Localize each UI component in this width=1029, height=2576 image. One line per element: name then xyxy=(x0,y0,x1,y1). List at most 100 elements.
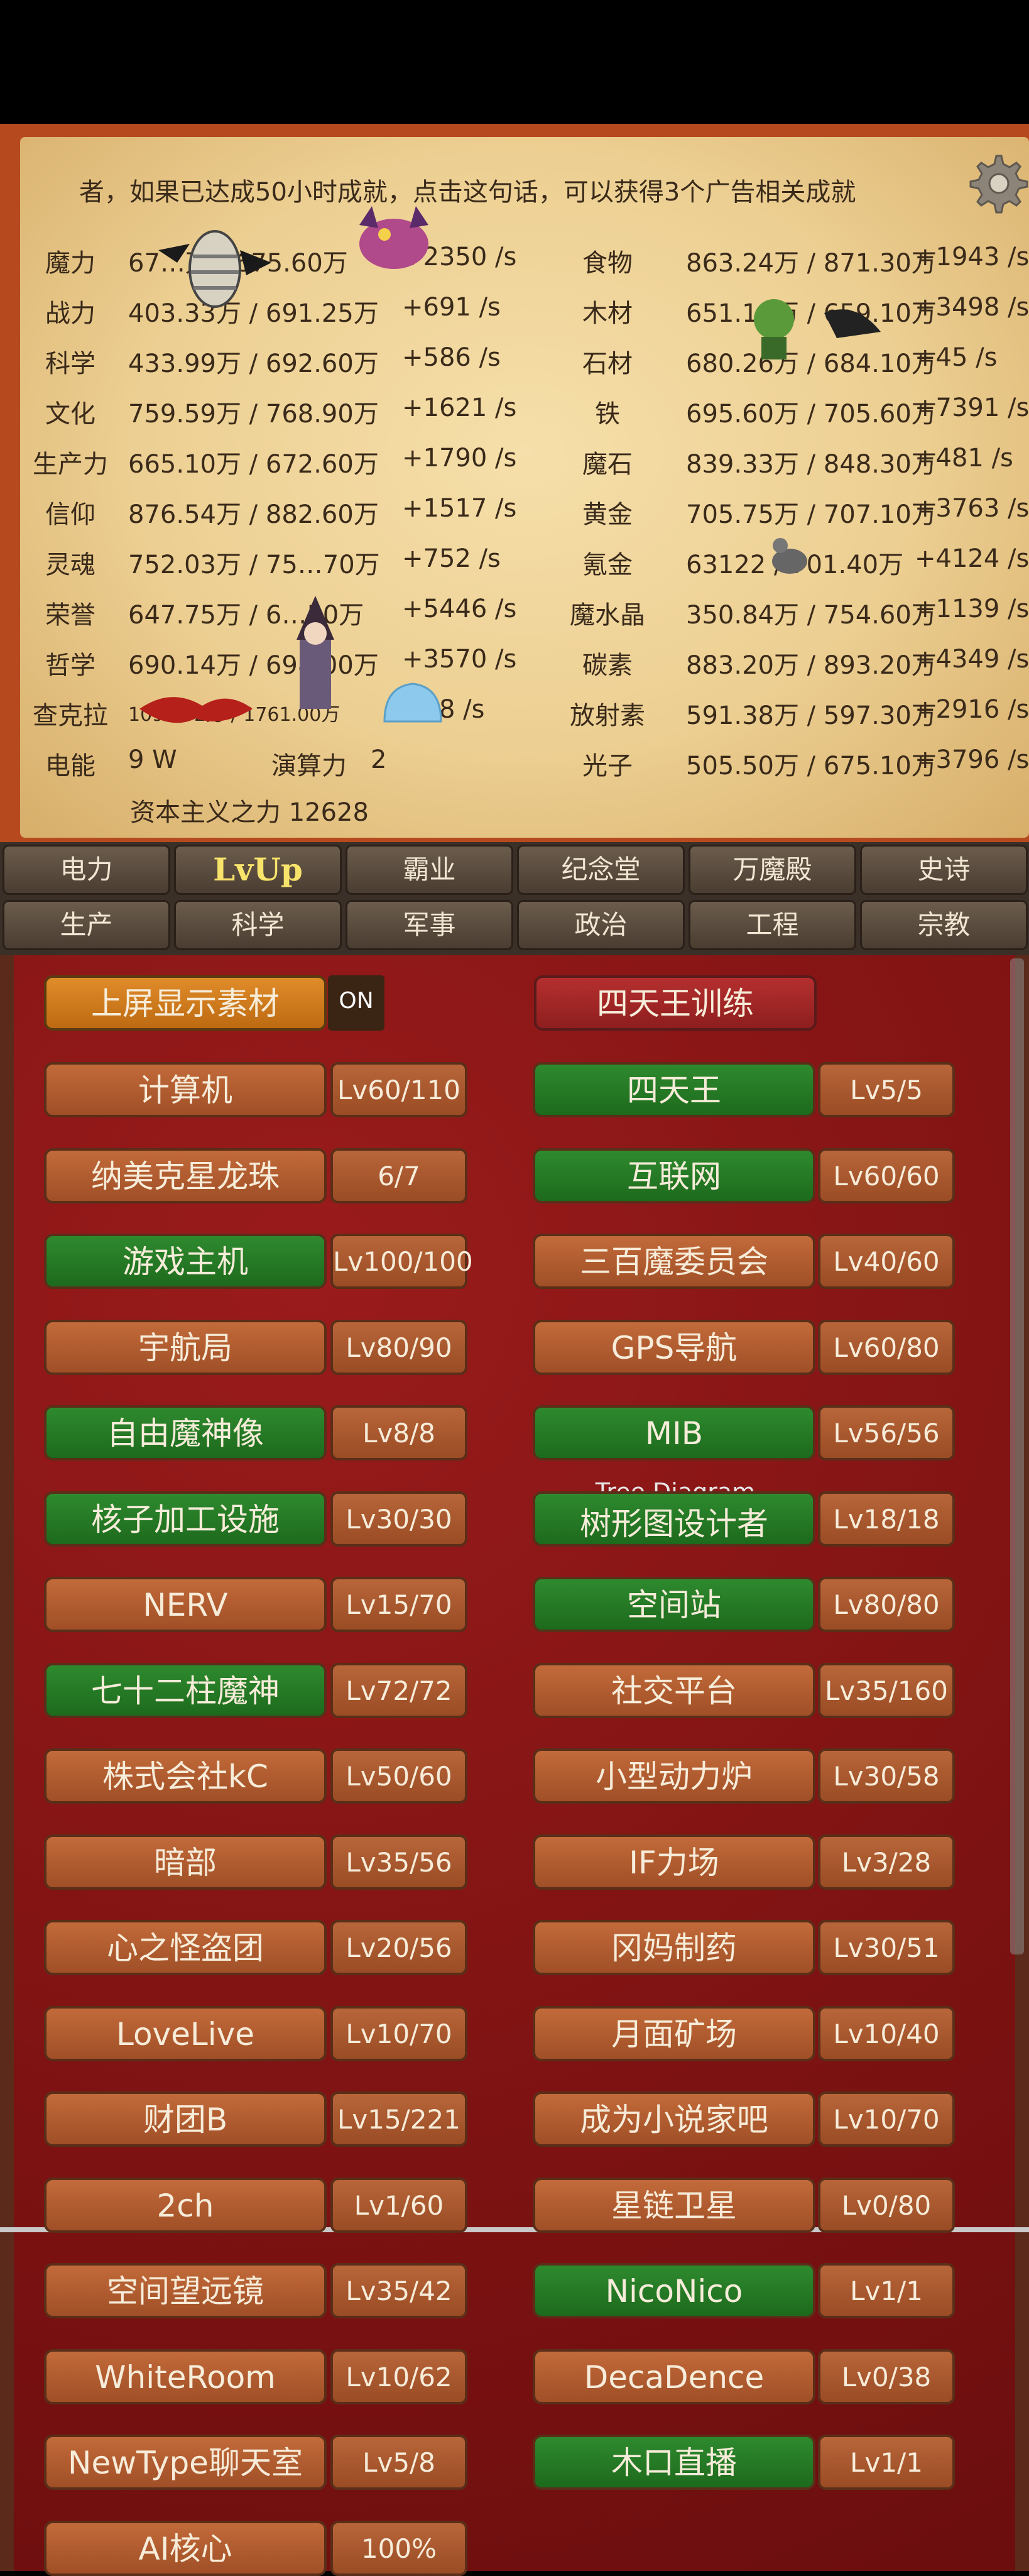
building-level[interactable]: Lv10/40 xyxy=(818,2005,955,2061)
resource-name: 铁 xyxy=(595,400,620,429)
building-button[interactable]: DecaDence xyxy=(533,2349,815,2404)
building-button[interactable]: 空间望远镜 xyxy=(44,2263,327,2318)
tab-row2-2[interactable]: 科学 xyxy=(174,900,342,950)
tab-4[interactable]: 纪念堂 xyxy=(517,845,685,895)
capitalism-power: 资本主义之力 12628 xyxy=(130,798,369,827)
building-button[interactable]: 冈妈制药 xyxy=(533,1920,815,1975)
building-button[interactable]: 株式会社kC xyxy=(44,1748,327,1804)
tab-row2-5[interactable]: 工程 xyxy=(689,900,856,950)
building-level[interactable]: Lv10/62 xyxy=(330,2349,467,2404)
building-button[interactable]: 星链卫星 xyxy=(533,2177,815,2233)
building-button[interactable]: 财团B xyxy=(44,2091,327,2147)
building-level[interactable]: Lv18/18 xyxy=(818,1491,955,1547)
building-level[interactable]: Lv72/72 xyxy=(330,1662,467,1718)
building-button[interactable]: 成为小说家吧 xyxy=(533,2091,815,2147)
building-button[interactable]: 宇航局 xyxy=(44,1319,327,1375)
resource-rate: +4124 /s xyxy=(915,544,1029,573)
mummy-sprite xyxy=(158,230,271,308)
four-kings-training-button[interactable]: 四天王训练 xyxy=(534,975,817,1031)
tab-row2-4[interactable]: 政治 xyxy=(517,900,685,950)
tab-5[interactable]: 万魔殿 xyxy=(689,845,856,895)
building-button[interactable]: 2ch xyxy=(44,2177,327,2233)
building-button[interactable]: 暗部 xyxy=(44,1834,327,1890)
building-button[interactable]: 七十二柱魔神 xyxy=(44,1662,327,1718)
resource-name: 魔水晶 xyxy=(570,601,645,630)
building-button[interactable]: 三百魔委员会 xyxy=(533,1234,815,1289)
building-level[interactable]: Lv1/1 xyxy=(818,2263,955,2318)
building-button[interactable]: LoveLive xyxy=(44,2005,327,2061)
resource-rate: +3498 /s xyxy=(915,293,1029,322)
building-level[interactable]: Lv1/1 xyxy=(818,2435,955,2490)
gear-icon[interactable] xyxy=(962,150,1029,217)
building-button[interactable]: NewType聊天室 xyxy=(44,2435,327,2490)
building-level[interactable]: Lv0/80 xyxy=(818,2177,955,2233)
building-level[interactable]: Lv10/70 xyxy=(330,2005,467,2061)
building-level[interactable]: Lv0/38 xyxy=(818,2349,955,2404)
building-button[interactable]: 木口直播 xyxy=(533,2435,815,2490)
building-button[interactable]: 计算机 xyxy=(44,1062,327,1117)
tab-2[interactable]: LvUp xyxy=(174,845,342,895)
toggle-state[interactable]: ON xyxy=(328,975,384,1031)
building-level[interactable]: Lv5/5 xyxy=(818,1062,955,1117)
toggle-display-assets-button[interactable]: 上屏显示素材 xyxy=(44,975,327,1031)
resource-value: 505.50万 / 675.10万 xyxy=(686,752,937,781)
building-button[interactable]: 心之怪盗团 xyxy=(44,1920,327,1975)
building-button[interactable]: NERV xyxy=(44,1577,327,1632)
tab-row2-6[interactable]: 宗教 xyxy=(860,900,1028,950)
tab-1[interactable]: 电力 xyxy=(3,845,170,895)
building-button[interactable]: 树形图设计者 xyxy=(533,1491,815,1547)
building-level[interactable]: Lv8/8 xyxy=(330,1405,467,1461)
building-button[interactable]: 互联网 xyxy=(533,1148,815,1203)
building-button[interactable]: WhiteRoom xyxy=(44,2349,327,2404)
building-level[interactable]: 100% xyxy=(330,2520,467,2576)
building-button[interactable]: 小型动力炉 xyxy=(533,1748,815,1804)
building-level[interactable]: 6/7 xyxy=(330,1148,467,1203)
building-level[interactable]: Lv50/60 xyxy=(330,1748,467,1804)
building-button[interactable]: 核子加工设施 xyxy=(44,1491,327,1547)
building-level[interactable]: Lv80/90 xyxy=(330,1319,467,1375)
building-level[interactable]: Lv15/221 xyxy=(330,2091,467,2147)
building-level[interactable]: Lv35/42 xyxy=(330,2263,467,2318)
notice-banner[interactable]: 者，如果已达成50小时成就，点击这句话，可以获得3个广告相关成就 xyxy=(58,162,956,222)
building-button[interactable]: 自由魔神像 xyxy=(44,1405,327,1461)
building-button[interactable]: 月面矿场 xyxy=(533,2005,815,2061)
building-level[interactable]: Lv40/60 xyxy=(818,1234,955,1289)
building-level[interactable]: Lv1/60 xyxy=(330,2177,467,2233)
building-level[interactable]: Lv15/70 xyxy=(330,1577,467,1632)
building-level[interactable]: Lv56/56 xyxy=(818,1405,955,1461)
building-button[interactable]: 空间站 xyxy=(533,1577,815,1632)
building-button[interactable]: 纳美克星龙珠 xyxy=(44,1148,327,1203)
building-level[interactable]: Lv30/58 xyxy=(818,1748,955,1804)
witch-sprite xyxy=(297,596,334,709)
building-button[interactable]: GPS导航 xyxy=(533,1319,815,1375)
tab-6[interactable]: 史诗 xyxy=(860,845,1028,895)
building-level[interactable]: Lv60/110 xyxy=(330,1062,467,1117)
building-level[interactable]: Lv35/56 xyxy=(330,1834,467,1890)
building-button[interactable]: IF力场 xyxy=(533,1834,815,1890)
building-button[interactable]: NicoNico xyxy=(533,2263,815,2318)
building-level[interactable]: Lv80/80 xyxy=(818,1577,955,1632)
building-level[interactable]: Lv30/51 xyxy=(818,1920,955,1975)
tab-row2-1[interactable]: 生产 xyxy=(3,900,170,950)
building-level[interactable]: Lv35/160 xyxy=(818,1662,955,1718)
building-button[interactable]: MIB xyxy=(533,1405,815,1461)
building-level[interactable]: Lv60/80 xyxy=(818,1319,955,1375)
building-level[interactable]: Lv3/28 xyxy=(818,1834,955,1890)
top-bar xyxy=(0,0,1029,124)
tab-3[interactable]: 霸业 xyxy=(346,845,513,895)
building-button[interactable]: 四天王 xyxy=(533,1062,815,1117)
building-level[interactable]: Lv30/30 xyxy=(330,1491,467,1547)
resource-rate: +1139 /s xyxy=(915,595,1029,623)
building-button[interactable]: AI核心 xyxy=(44,2520,327,2576)
tab-row2-3[interactable]: 军事 xyxy=(346,900,513,950)
building-level[interactable]: Lv10/70 xyxy=(818,2091,955,2147)
building-button[interactable]: 社交平台 xyxy=(533,1662,815,1718)
resource-rate: +7391 /s xyxy=(915,393,1029,422)
building-button[interactable]: 游戏主机 xyxy=(44,1234,327,1289)
resource-name: 石材 xyxy=(582,349,633,378)
building-level[interactable]: Lv100/100 xyxy=(330,1234,473,1289)
building-level[interactable]: Lv20/56 xyxy=(330,1920,467,1975)
building-level[interactable]: Lv5/8 xyxy=(330,2435,467,2490)
building-level[interactable]: Lv60/60 xyxy=(818,1148,955,1203)
scrollbar[interactable] xyxy=(1010,958,1024,1954)
